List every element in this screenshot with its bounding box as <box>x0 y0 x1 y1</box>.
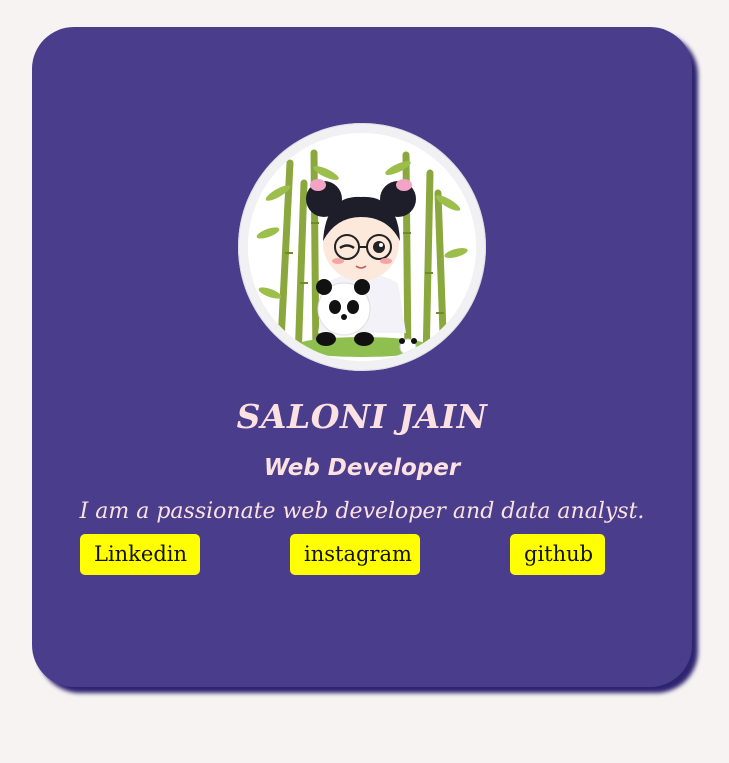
profile-name: SALONI JAIN <box>236 397 488 436</box>
linkedin-button[interactable]: Linkedin <box>80 534 200 575</box>
avatar-frame <box>238 123 486 371</box>
profile-card: SALONI JAIN Web Developer I am a passion… <box>32 27 692 687</box>
profile-role: Web Developer <box>263 455 461 481</box>
instagram-button[interactable]: instagram <box>290 534 420 575</box>
avatar <box>248 133 476 361</box>
github-button[interactable]: github <box>510 534 605 575</box>
profile-bio: I am a passionate web developer and data… <box>79 499 645 524</box>
avatar-image <box>248 133 476 361</box>
